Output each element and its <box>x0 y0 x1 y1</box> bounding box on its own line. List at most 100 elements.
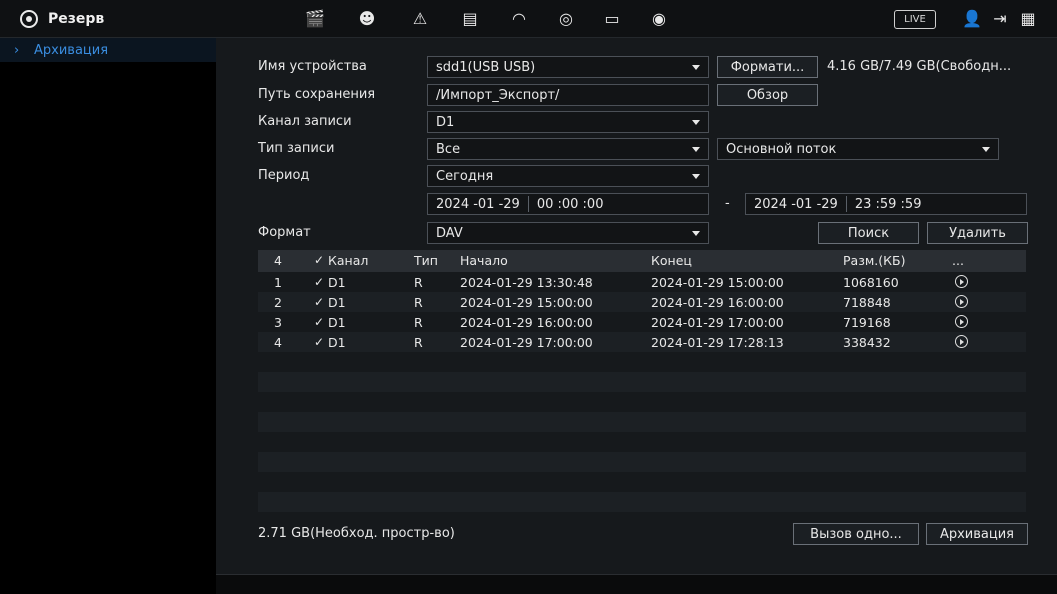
device-name-select[interactable]: sdd1(USB USB) <box>427 56 709 78</box>
search-button[interactable]: Поиск <box>818 222 919 244</box>
row-end: 2024-01-29 17:28:13 <box>651 335 784 350</box>
channel-value: D1 <box>436 114 455 130</box>
row-index: 2 <box>274 295 282 310</box>
checkbox-icon[interactable]: ✓ <box>314 295 324 309</box>
row-channel: D1 <box>328 315 346 330</box>
page-header: Резерв <box>20 8 104 30</box>
film-icon[interactable]: 🎬 <box>304 9 326 29</box>
start-date[interactable]: 2024 -01 -29 <box>428 197 528 212</box>
row-index: 1 <box>274 275 282 290</box>
table-row <box>258 432 1026 452</box>
sidebar: › Архивация <box>0 38 216 594</box>
end-date[interactable]: 2024 -01 -29 <box>746 197 846 212</box>
save-path-value: /Импорт_Экспорт/ <box>436 87 560 103</box>
table-row <box>258 452 1026 472</box>
table-row <box>258 352 1026 372</box>
table-row[interactable]: ✓ 2 D1 R 2024-01-29 15:00:00 2024-01-29 16:00… <box>258 292 1026 312</box>
row-start: 2024-01-29 17:00:00 <box>460 335 593 350</box>
stream-value: Основной поток <box>726 141 837 157</box>
play-icon[interactable] <box>955 275 968 288</box>
start-datetime-field[interactable]: 2024 -01 -29 00 :00 :00 <box>427 193 709 215</box>
row-type: R <box>414 315 423 330</box>
row-size: 718848 <box>843 295 891 310</box>
page-title: Резерв <box>48 11 105 27</box>
sidebar-item-label: Архивация <box>34 42 109 58</box>
checkbox-icon[interactable]: ✓ <box>314 253 324 267</box>
row-size: 719168 <box>843 315 891 330</box>
live-button[interactable]: LIVE <box>894 10 936 29</box>
alarm-light-icon[interactable]: ⚠ <box>409 9 431 29</box>
play-icon[interactable] <box>955 335 968 348</box>
header-index: 4 <box>274 253 282 268</box>
status-bar <box>216 574 1057 594</box>
chevron-down-icon <box>982 147 990 152</box>
row-type: R <box>414 275 423 290</box>
storage-icon[interactable]: ▤ <box>459 9 481 29</box>
table-row[interactable]: ✓ 1 D1 R 2024-01-29 13:30:48 2024-01-29 15:00… <box>258 272 1026 292</box>
format-button[interactable]: Формати... <box>717 56 818 78</box>
header-channel: Канал <box>328 253 369 268</box>
checkbox-icon[interactable]: ✓ <box>314 275 324 289</box>
face-icon[interactable]: ☻ <box>356 9 378 29</box>
chevron-right-icon: › <box>14 42 20 58</box>
format-value: DAV <box>436 225 463 241</box>
row-index: 3 <box>274 315 282 330</box>
range-dash: - <box>725 196 730 211</box>
storage-info: 4.16 GB/7.49 GB(Свободн... <box>827 59 1012 74</box>
row-end: 2024-01-29 16:00:00 <box>651 295 784 310</box>
speaker-icon[interactable]: ◉ <box>648 9 670 29</box>
row-start: 2024-01-29 15:00:00 <box>460 295 593 310</box>
play-icon[interactable] <box>955 315 968 328</box>
qr-code-icon[interactable]: ▦ <box>1017 9 1039 29</box>
one-click-button[interactable]: Вызов одно... <box>793 523 919 545</box>
row-end: 2024-01-29 17:00:00 <box>651 315 784 330</box>
archive-button[interactable]: Архивация <box>926 523 1028 545</box>
header-start: Начало <box>460 253 508 268</box>
user-icon[interactable]: 👤 <box>961 9 983 29</box>
row-type: R <box>414 335 423 350</box>
row-channel: D1 <box>328 295 346 310</box>
checkbox-icon[interactable]: ✓ <box>314 315 324 329</box>
record-table: 4 ✓ Канал Тип Начало Конец Разм.(КБ) ...… <box>258 250 1026 514</box>
save-path-label: Путь сохранения <box>258 87 376 102</box>
chevron-down-icon <box>692 174 700 179</box>
monitor-icon[interactable]: ▭ <box>601 9 623 29</box>
device-name-value: sdd1(USB USB) <box>436 59 536 75</box>
end-datetime-field[interactable]: 2024 -01 -29 23 :59 :59 <box>745 193 1027 215</box>
backup-icon[interactable]: ◎ <box>555 9 577 29</box>
channel-select[interactable]: D1 <box>427 111 709 133</box>
stream-select[interactable]: Основной поток <box>717 138 999 160</box>
record-type-select[interactable]: Все <box>427 138 709 160</box>
header-size: Разм.(КБ) <box>843 253 906 268</box>
delete-button[interactable]: Удалить <box>927 222 1028 244</box>
device-name-label: Имя устройства <box>258 59 367 74</box>
speedometer-icon[interactable]: ◠ <box>508 9 530 29</box>
checkbox-icon[interactable]: ✓ <box>314 335 324 349</box>
required-space: 2.71 GB(Необход. простр-во) <box>258 526 455 541</box>
format-select[interactable]: DAV <box>427 222 709 244</box>
chevron-down-icon <box>692 120 700 125</box>
period-select[interactable]: Сегодня <box>427 165 709 187</box>
save-path-field[interactable]: /Импорт_Экспорт/ <box>427 84 709 106</box>
play-icon[interactable] <box>955 295 968 308</box>
logout-icon[interactable]: ⇥ <box>989 9 1011 29</box>
row-index: 4 <box>274 335 282 350</box>
row-start: 2024-01-29 13:30:48 <box>460 275 593 290</box>
browse-button[interactable]: Обзор <box>717 84 818 106</box>
row-start: 2024-01-29 16:00:00 <box>460 315 593 330</box>
end-time[interactable]: 23 :59 :59 <box>847 197 930 212</box>
table-header: 4 ✓ Канал Тип Начало Конец Разм.(КБ) ... <box>258 250 1026 272</box>
sidebar-item-archive[interactable]: › Архивация <box>0 38 216 62</box>
start-time[interactable]: 00 :00 :00 <box>529 197 612 212</box>
table-row <box>258 472 1026 492</box>
period-label: Период <box>258 168 310 183</box>
table-row[interactable]: ✓ 3 D1 R 2024-01-29 16:00:00 2024-01-29 17:00… <box>258 312 1026 332</box>
chevron-down-icon <box>692 65 700 70</box>
backup-icon <box>20 10 38 28</box>
record-type-value: Все <box>436 141 461 157</box>
channel-label: Канал записи <box>258 114 352 129</box>
table-row[interactable]: ✓ 4 D1 R 2024-01-29 17:00:00 2024-01-29 17:28… <box>258 332 1026 352</box>
period-value: Сегодня <box>436 168 494 184</box>
table-row <box>258 392 1026 412</box>
row-channel: D1 <box>328 275 346 290</box>
